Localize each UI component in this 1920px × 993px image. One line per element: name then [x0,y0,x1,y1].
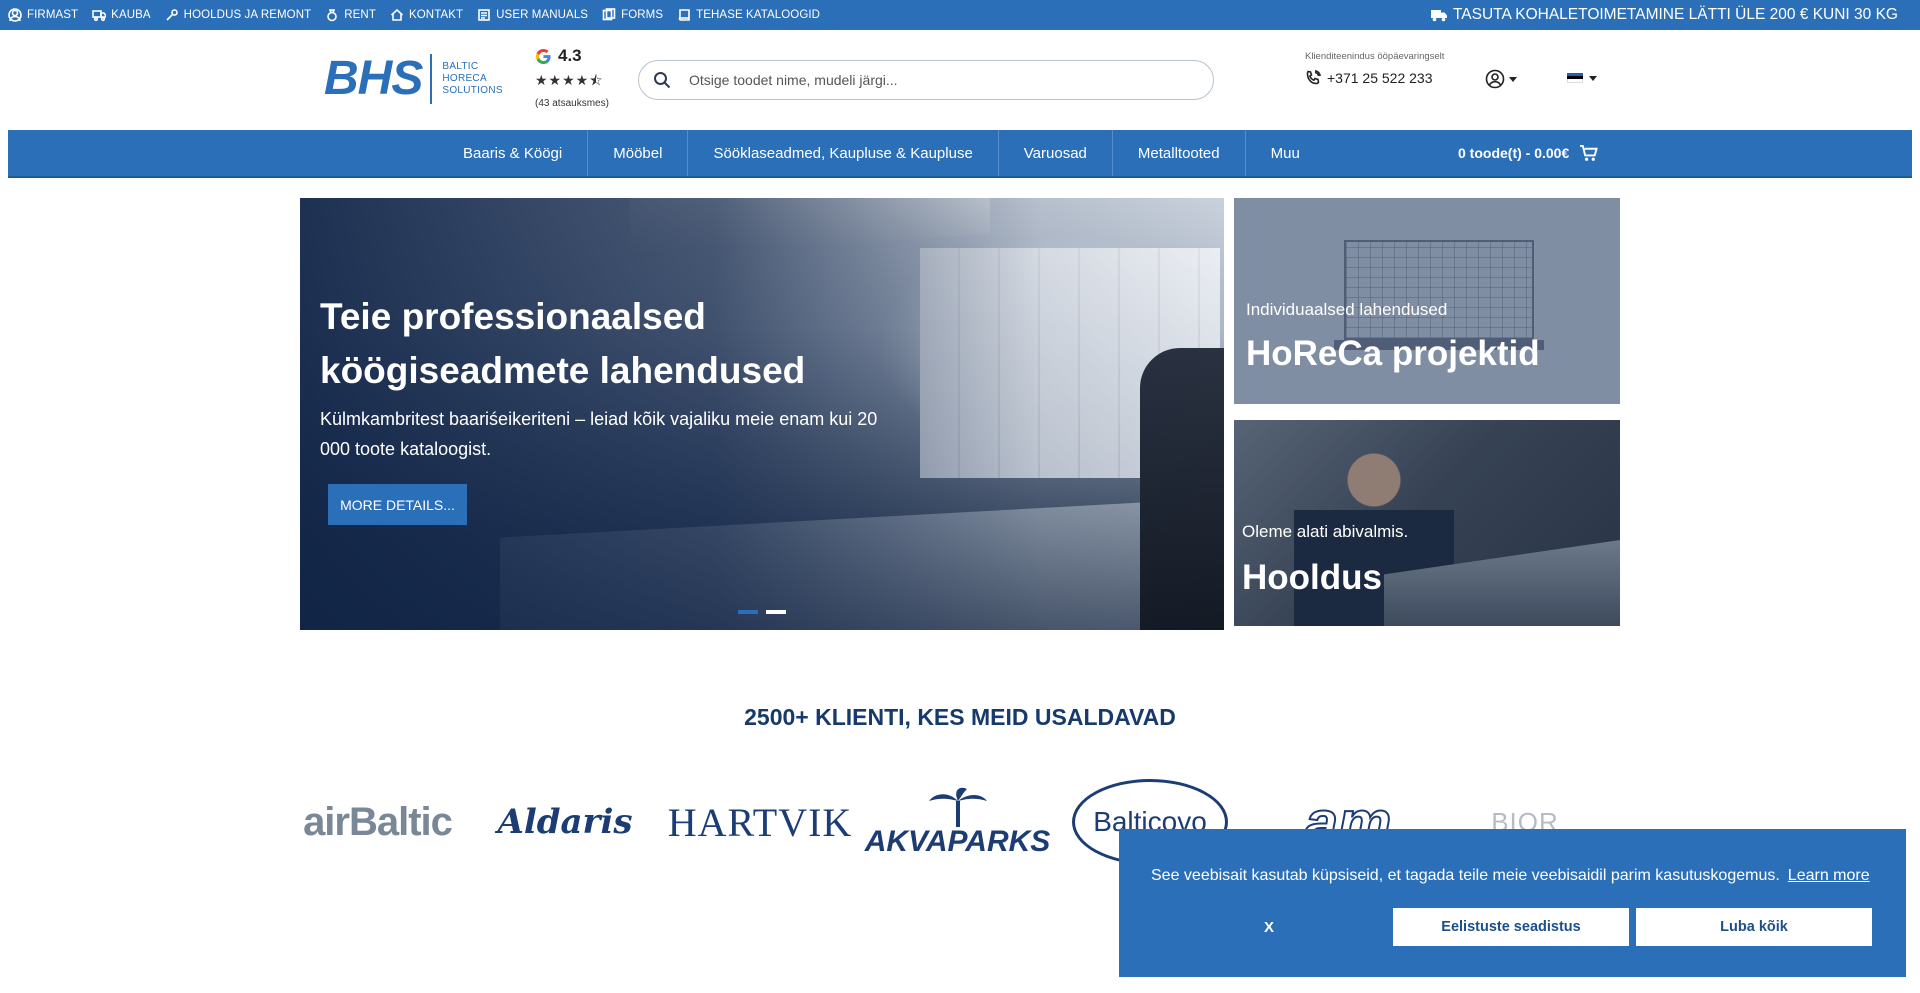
review-count: (43 atsauksmes) [535,98,609,109]
topnav-label: USER MANUALS [496,9,589,21]
chevron-down-icon [1589,75,1597,81]
top-utility-bar: FIRMAST KAUBA HOOLDUS JA REMONT RENT KON… [0,0,1920,30]
logo-mark: BHS [324,52,423,105]
manual-icon [478,9,490,21]
topnav-kauba[interactable]: KAUBA [92,8,151,22]
promo-text: TASUTA KOHALETOIMETAMINE LÄTTI ÜLE 200 €… [1452,6,1898,23]
client-logo-airbaltic: airBaltic [303,799,453,844]
search-icon[interactable] [653,71,671,89]
top-nav: FIRMAST KAUBA HOOLDUS JA REMONT RENT KON… [8,0,820,30]
card-hooldus[interactable]: Oleme alati abivalmis. Hooldus [1234,420,1620,626]
search-input[interactable] [689,72,1169,88]
topnav-forms[interactable]: FORMS [602,8,663,22]
book-icon [678,9,690,21]
logo-line: HORECA [442,73,487,84]
client-logo-hartvik: HARTVIK [667,799,853,845]
topnav-label: FIRMAST [27,9,79,21]
slider-dot-2[interactable] [766,610,786,614]
user-badge-icon [8,8,22,22]
cart-total: 0 toode(t) - 0.00€ [1458,145,1570,161]
truck-icon [92,10,107,22]
topnav-rent[interactable]: RENT [325,8,376,22]
nav-baaris-koogi[interactable]: Baaris & Köögi [438,130,589,176]
hero-title: Teie professionaalsed köögiseadmete lahe… [320,296,806,391]
card-title: HoReCa projektid [1246,334,1540,373]
topnav-label: KAUBA [111,9,151,21]
slider-dots [738,610,786,614]
nav-moobel[interactable]: Mööbel [588,130,689,176]
logo-divider [430,54,433,104]
free-shipping-promo: TASUTA KOHALETOIMETAMINE LÄTTI ÜLE 200 €… [1430,0,1898,30]
nav-sooklaseadmed[interactable]: Sööklaseadmed, Kaupluse & Kaupluse [688,130,999,176]
bhs-logo[interactable]: BHS BALTIC HORECA SOLUTIONS [324,53,510,105]
support-phone[interactable]: +371 25 522 233 [1305,70,1444,86]
palm-tree-icon [928,787,987,827]
truck-icon [1430,10,1447,22]
logo-subtitle: BALTIC HORECA SOLUTIONS [442,61,503,97]
cart-summary[interactable]: 0 toode(t) - 0.00€ [1458,130,1599,176]
cookie-preferences-button[interactable]: Eelistuste seadistus [1393,908,1629,946]
google-rating[interactable]: 4.3 ★★★★⯪ (43 atsauksmes) [535,46,625,109]
rating-stars: ★★★★⯪ [535,72,604,88]
nav-muu[interactable]: Muu [1246,130,1325,176]
cookie-dismiss-button[interactable]: X [1179,908,1359,946]
topnav-label: RENT [344,9,376,21]
clients-heading: 2500+ KLIENTI, KES MEID USALDAVAD [744,704,1176,730]
slider-dot-1[interactable] [738,610,758,614]
cookie-text: See veebisait kasutab küpsiseid, et taga… [1151,867,1780,884]
card-subtitle: Oleme alati abivalmis. [1242,522,1409,541]
card-horeca-projects[interactable]: Individuaalsed lahendused HoReCa projekt… [1234,198,1620,404]
wrench-icon [166,9,178,21]
logo-text: AKVAPARKS [864,825,1051,858]
forms-icon [602,8,616,21]
phone-number: +371 25 522 233 [1327,70,1433,86]
account-menu[interactable] [1485,69,1517,89]
card-title: Hooldus [1242,558,1382,597]
card-subtitle: Individuaalsed lahendused [1246,300,1448,319]
support-label: Klienditeenindus ööpäevaringselt [1305,51,1445,62]
topnav-label: KONTAKT [408,9,464,21]
topnav-user-manuals[interactable]: USER MANUALS [477,8,588,22]
client-logo-aldaris: Aldaris [497,802,633,842]
topnav-hooldus[interactable]: HOOLDUS JA REMONT [165,8,312,22]
chevron-down-icon [1509,76,1517,82]
logo-line: BALTIC [442,61,479,72]
topnav-kontakt[interactable]: KONTAKT [390,8,463,22]
nav-varuosad[interactable]: Varuosad [999,130,1113,176]
topnav-tehase-kataloogid[interactable]: TEHASE KATALOOGID [677,8,820,22]
phone-icon [1306,70,1321,85]
ring-icon [327,9,338,22]
logo-line: SOLUTIONS [442,85,503,96]
estonia-flag-icon [1567,73,1583,83]
laptop-blueprint-image [1344,240,1534,340]
learn-more-link[interactable]: Learn more [1788,867,1870,884]
topnav-firmast[interactable]: FIRMAST [8,8,78,22]
language-selector[interactable] [1567,73,1597,83]
cookie-message: See veebisait kasutab küpsiseid, et taga… [1151,867,1870,885]
home-icon [390,8,404,21]
main-navigation: Baaris & Köögi Mööbel Sööklaseadmed, Kau… [8,130,1912,178]
client-logo-akvaparks: AKVAPARKS [865,772,1050,872]
cart-icon [1580,144,1599,161]
topnav-label: TEHASE KATALOOGID [696,9,821,21]
customer-support: Klienditeenindus ööpäevaringselt +371 25… [1305,51,1444,86]
hero-slider[interactable]: Teie professionaalsed köögiseadmete lahe… [300,198,1224,630]
topnav-label: FORMS [621,9,664,21]
search-bar [638,60,1214,100]
user-circle-icon [1485,69,1505,89]
rating-value: 4.3 [558,46,582,65]
google-icon [535,48,551,64]
cookie-allow-all-button[interactable]: Luba kõik [1636,908,1872,946]
cookie-consent-banner: See veebisait kasutab küpsiseid, et taga… [1119,829,1906,977]
topnav-label: HOOLDUS JA REMONT [183,9,312,21]
hero-description: Külmkambritest baariśeikeriteni – leiad … [320,409,878,459]
nav-metalltooted[interactable]: Metalltooted [1113,130,1246,176]
more-details-button[interactable]: MORE DETAILS... [328,484,467,525]
